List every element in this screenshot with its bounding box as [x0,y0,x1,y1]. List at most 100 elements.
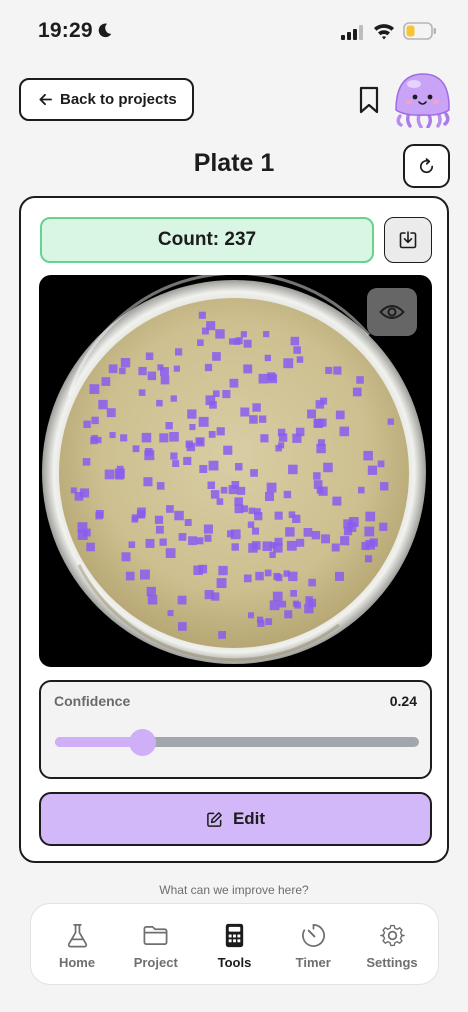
colony-marker [255,571,264,581]
colony-marker [231,543,239,551]
colony-marker [101,377,111,386]
tab-tools[interactable]: Tools [197,904,273,984]
colony-marker [178,622,187,631]
tab-timer[interactable]: Timer [275,904,351,984]
tab-settings[interactable]: Settings [354,904,430,984]
colony-marker [283,358,294,369]
colony-marker [247,521,255,528]
colony-marker [165,422,173,430]
colony-marker [199,465,208,473]
colony-marker [177,595,187,605]
colony-marker [285,527,295,537]
colony-marker [159,433,169,443]
colony-marker [235,337,243,345]
download-button[interactable] [384,217,432,263]
colony-marker [315,400,325,409]
colony-marker [218,565,228,576]
colony-marker [331,543,340,552]
colony-marker [82,458,91,466]
edit-icon [207,811,222,827]
colony-marker [377,460,385,468]
folder-icon [143,925,168,946]
jellyfish-avatar[interactable] [392,70,452,128]
page-title: Plate 1 [193,149,275,177]
colony-marker [140,569,150,580]
colony-marker [175,348,183,356]
colony-marker [248,612,254,619]
colony-marker [266,482,277,493]
colony-marker [189,424,196,431]
colony-marker [369,538,378,547]
colony-marker [283,490,292,499]
colony-marker [156,482,165,490]
colony-marker [311,531,321,540]
colony-marker [303,528,313,537]
colony-marker [116,465,124,473]
plate-card: Count: 237 Confidence 0.24 Edit [19,196,449,863]
colony-marker [216,427,225,436]
colony-marker [119,367,126,375]
colony-marker [186,442,196,452]
colony-marker [260,434,269,443]
tab-project[interactable]: Project [118,904,194,984]
colony-marker [216,578,227,588]
colony-marker [169,432,179,442]
colony-marker [307,409,316,419]
colony-marker [213,390,220,397]
colony-marker [313,472,321,480]
colony-marker [279,600,287,608]
refresh-button[interactable] [403,144,450,188]
colony-marker [365,511,376,522]
battery-low-icon [403,22,436,40]
colony-marker [147,371,157,381]
colony-marker [86,542,95,552]
feedback-link[interactable]: What can we improve here? [0,883,468,897]
status-bar: 19:29 [0,0,468,62]
back-to-projects-button[interactable]: Back to projects [19,78,194,121]
colony-marker [367,465,378,475]
colony-marker [198,416,209,427]
colony-marker [95,436,102,444]
colony-marker [195,437,205,447]
colony-marker [167,610,174,617]
colony-marker [387,418,394,425]
colony-marker [106,408,116,418]
colony-marker [335,571,344,581]
colony-marker [216,498,224,505]
colony-marker [275,444,282,452]
colony-marker [137,507,146,517]
petri-dish-image[interactable] [39,275,432,667]
colony-marker [347,522,357,532]
toggle-markers-button[interactable] [367,288,417,336]
colony-marker [234,497,243,506]
colony-marker [250,469,258,477]
colony-marker [316,443,326,454]
colony-marker [125,571,135,581]
colony-marker [145,538,155,548]
colony-marker [208,460,219,471]
colony-marker [184,519,192,526]
colony-marker [154,515,164,524]
colony-marker [208,431,216,438]
colony-marker [156,399,163,407]
colony-marker [269,542,277,549]
timer-icon [301,924,325,947]
confidence-slider[interactable] [55,729,419,756]
slider-thumb[interactable] [129,729,157,756]
colony-marker [340,536,350,546]
colony-marker [147,595,158,605]
colony-marker [273,572,281,580]
colony-marker [363,450,373,461]
bookmark-icon[interactable] [357,86,381,114]
colony-marker [290,336,300,346]
edit-button[interactable]: Edit [39,792,432,846]
colony-marker [174,510,184,521]
colony-marker [146,586,156,597]
colony-marker [286,540,297,551]
colony-marker [323,462,333,473]
colony-marker [166,505,174,513]
colony-count: Count: 237 [40,217,374,263]
colony-marker [318,486,328,496]
arrow-left-icon [39,93,53,106]
tab-home[interactable]: Home [39,904,115,984]
